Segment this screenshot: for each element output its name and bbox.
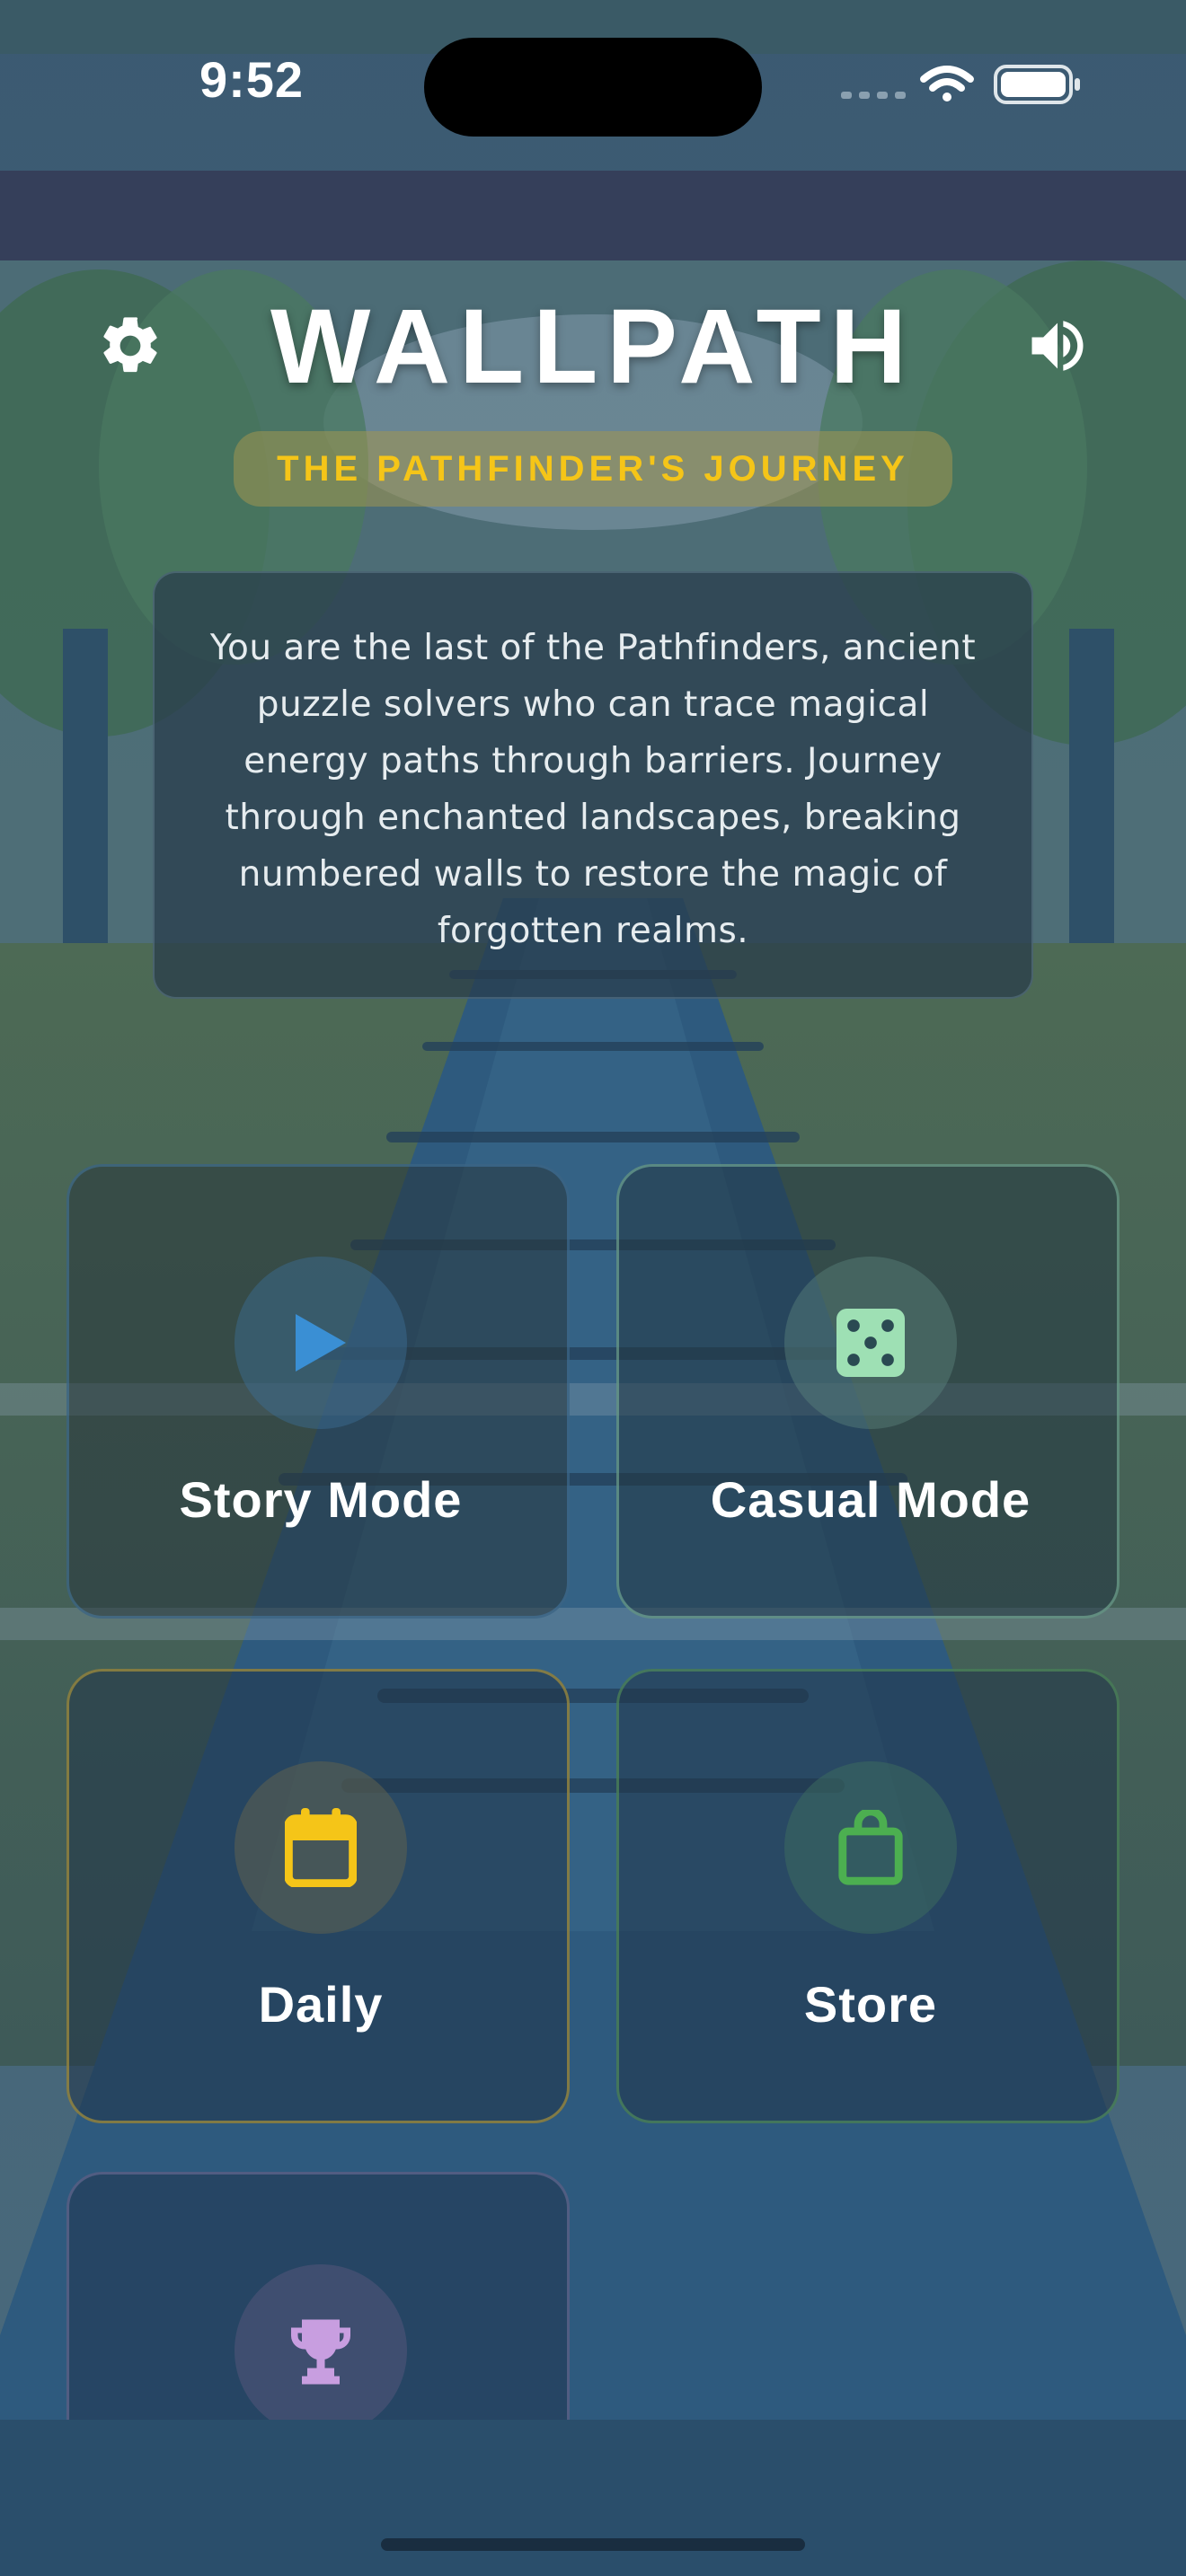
trophy-icon (291, 2319, 350, 2385)
play-icon (296, 1314, 346, 1372)
subtitle-text: THE PATHFINDER'S JOURNEY (277, 448, 909, 489)
story-mode-icon-circle (235, 1257, 407, 1429)
cellular-signal-icon (841, 92, 906, 99)
battery-icon (994, 65, 1080, 104)
home-indicator[interactable] (381, 2538, 805, 2551)
trophy-icon-circle (235, 2264, 407, 2437)
gear-icon (103, 317, 157, 373)
calendar-icon (285, 1808, 357, 1887)
speaker-icon (1031, 321, 1084, 371)
achievements-button[interactable] (66, 2172, 570, 2437)
dice-icon (836, 1309, 905, 1377)
sound-toggle-button[interactable] (1008, 296, 1107, 395)
daily-button[interactable]: Daily (66, 1669, 570, 2123)
casual-mode-icon-circle (784, 1257, 957, 1429)
game-title: WALLPATH (270, 287, 916, 406)
daily-icon-circle (235, 1761, 407, 1934)
dynamic-island (424, 38, 762, 137)
story-mode-label: Story Mode (179, 1471, 463, 1528)
casual-mode-label: Casual Mode (710, 1471, 1031, 1528)
store-label: Store (803, 1976, 938, 2033)
shopping-bag-icon (838, 1810, 903, 1885)
lore-card: You are the last of the Pathfinders, anc… (153, 571, 1033, 999)
store-button[interactable]: Store (616, 1669, 1120, 2123)
settings-button[interactable] (81, 296, 180, 395)
casual-mode-button[interactable]: Casual Mode (616, 1164, 1120, 1619)
daily-label: Daily (258, 1976, 384, 2033)
bottom-background (0, 2420, 1186, 2576)
wifi-icon (920, 66, 974, 101)
store-icon-circle (784, 1761, 957, 1934)
subtitle-badge: THE PATHFINDER'S JOURNEY (234, 431, 952, 507)
lore-text: You are the last of the Pathfinders, anc… (209, 628, 977, 951)
main-menu-screen: 9:52 WALLPATH THE PATHFINDER'S JOURNEY Y… (0, 0, 1186, 2576)
story-mode-button[interactable]: Story Mode (66, 1164, 570, 1619)
status-icons (841, 65, 1080, 104)
status-time: 9:52 (199, 51, 305, 108)
